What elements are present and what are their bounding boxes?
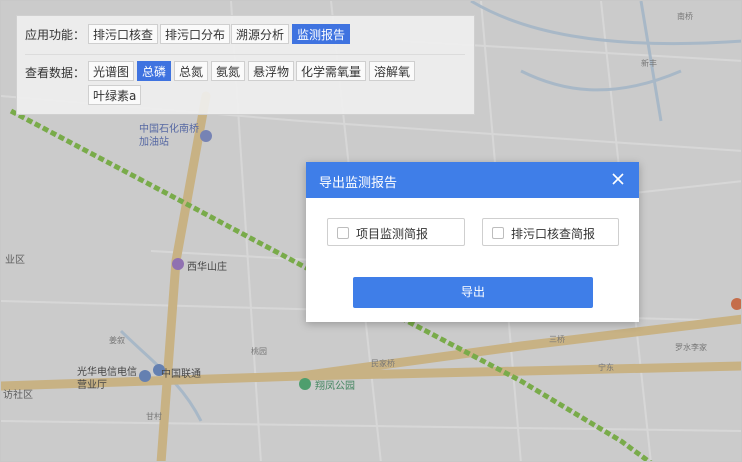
option-outlet-brief[interactable]: 排污口核查简报 [482,218,619,246]
function-chip-monitoring-report[interactable]: 监测报告 [292,24,351,44]
export-report-dialog: 导出监测报告 项目监测简报 排污口核查简报 导出 [306,162,639,322]
app-function-label: 应用功能： [25,28,86,42]
layer-chip-cod[interactable]: 化学需氧量 [296,61,367,81]
export-button[interactable]: 导出 [353,277,593,308]
checkbox-project-brief[interactable] [337,227,349,239]
layer-chip-total-phosphorus[interactable]: 总磷 [137,61,172,81]
layer-chip-spectrum[interactable]: 光谱图 [88,61,135,81]
toolbar-divider [25,54,465,55]
function-chip-outlet-distribution[interactable]: 排污口分布 [160,24,231,44]
layer-chip-suspended[interactable]: 悬浮物 [248,61,295,81]
option-project-brief[interactable]: 项目监测简报 [327,218,465,246]
dialog-title: 导出监测报告 [319,176,398,191]
layer-chip-ammonia[interactable]: 氨氮 [211,61,246,81]
function-chip-outlet-check[interactable]: 排污口核查 [88,24,159,44]
function-chip-trace-analysis[interactable]: 溯源分析 [231,24,290,44]
dialog-header: 导出监测报告 [306,162,639,198]
app-frame: 中国石化南桥 加油站 西华山庄 光华电信电信 营业厅 中国联通 翔凤公园 业区 … [0,0,742,462]
view-data-label: 查看数据： [25,66,86,80]
close-icon[interactable] [609,170,627,188]
layer-chip-chlorophyll[interactable]: 叶绿素a [88,85,142,105]
checkbox-outlet-brief[interactable] [492,227,504,239]
layer-chip-dissolved-oxygen[interactable]: 溶解氧 [369,61,416,81]
option-outlet-brief-label: 排污口核查简报 [511,227,596,241]
filter-toolbar: 应用功能： 排污口核查 排污口分布 溯源分析 监测报告 查看数据： 光谱图 总磷… [16,15,475,115]
layer-chip-total-nitrogen[interactable]: 总氮 [174,61,209,81]
option-project-brief-label: 项目监测简报 [356,227,429,241]
